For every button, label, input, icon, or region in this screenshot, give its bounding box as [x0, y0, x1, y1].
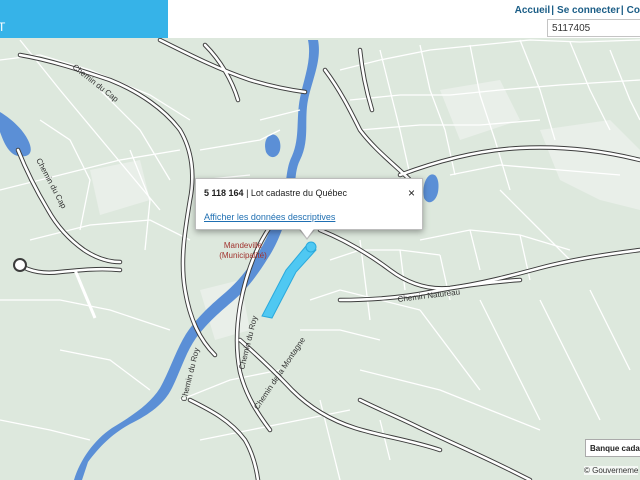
- label-municipality-name: Mandeville: [224, 241, 263, 250]
- popup-title: 5 118 164 | Lot cadastre du Québec: [204, 188, 347, 198]
- nav-home-link[interactable]: Accueil: [515, 5, 551, 16]
- label-municipality-type: (Municipalité): [219, 251, 267, 260]
- pond-north: [265, 134, 281, 158]
- map-canvas[interactable]: Chemin du Cap Chemin du Cap Mandeville (…: [0, 0, 640, 480]
- cadastre-map[interactable]: Chemin du Cap Chemin du Cap Mandeville (…: [0, 0, 640, 480]
- lot-number: 5 118 164: [204, 188, 244, 198]
- lot-info-popup: 5 118 164 | Lot cadastre du Québec Affic…: [195, 178, 423, 230]
- cul-de-sac: [13, 258, 27, 272]
- app-header-banner: T: [0, 0, 168, 38]
- nav-login-link[interactable]: Se connecter: [557, 5, 620, 16]
- popup-pointer: [298, 226, 316, 238]
- nav-separator: |: [620, 5, 624, 16]
- layer-switch-button[interactable]: Banque cada: [585, 439, 640, 457]
- map-attribution: © Gouverneme: [584, 466, 639, 475]
- nav-more-link[interactable]: Co: [627, 5, 640, 16]
- top-nav-links: Accueil| Se connecter| Co: [515, 5, 640, 16]
- lot-type: | Lot cadastre du Québec: [246, 188, 347, 198]
- app-title: T: [0, 20, 6, 34]
- close-icon[interactable]: ×: [408, 187, 415, 199]
- nav-separator: |: [551, 5, 555, 16]
- show-descriptive-data-link[interactable]: Afficher les données descriptives: [204, 212, 335, 222]
- search-input[interactable]: [547, 19, 640, 37]
